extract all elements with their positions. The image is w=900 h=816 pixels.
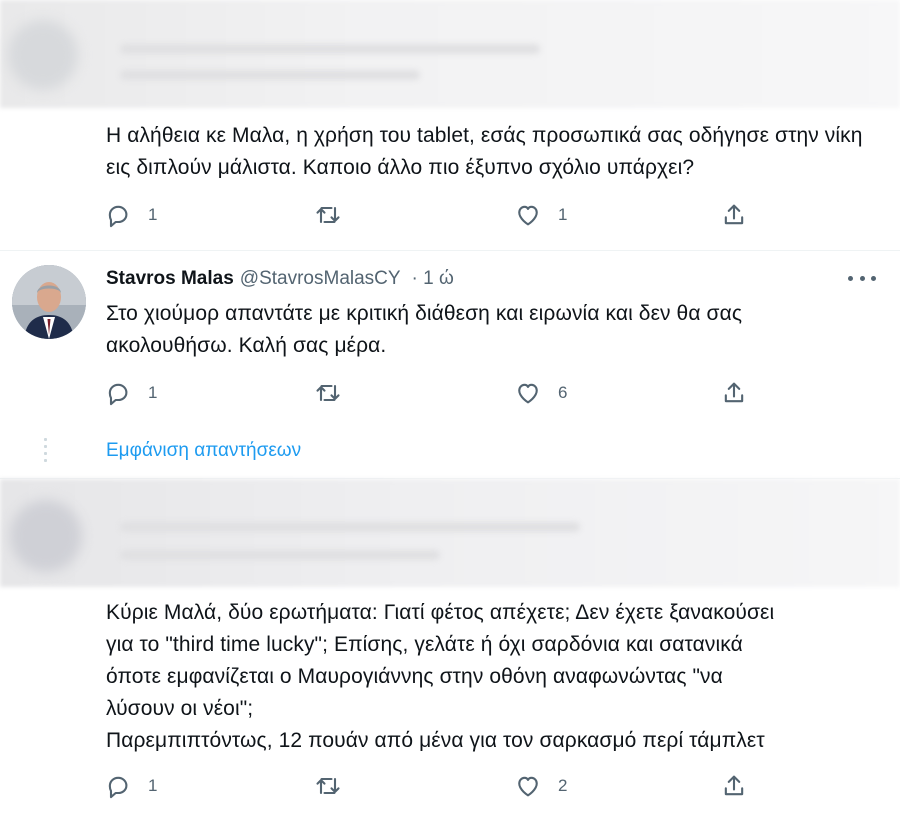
tweet-text-line: Παρεμπιπτόντως, 12 πουάν από μένα για το… [106,729,765,752]
reply-button[interactable]: 1 [104,771,157,801]
blurred-line [120,550,440,560]
thread-connector [44,438,48,466]
tweet-text-line: Κύριε Μαλά, δύο ερωτήματα: Γιατί φέτος α… [106,601,775,624]
tweet-actions: 1 2 [100,771,760,801]
tweet-text: Κύριε Μαλά, δύο ερωτήματα: Γιατί φέτος α… [106,597,866,757]
author-name[interactable]: Stavros Malas [106,268,234,289]
reply-count: 1 [148,776,158,795]
reply-count: 1 [148,383,158,402]
share-icon [724,204,744,225]
share-button[interactable] [720,378,748,408]
blurred-header-bottom [0,479,900,587]
like-button[interactable]: 6 [514,378,567,408]
avatar[interactable] [12,265,86,339]
divider [0,250,900,251]
tweet-actions: 1 1 [100,200,760,230]
retweet-icon [316,206,340,224]
blurred-line [120,70,420,80]
profile-photo [12,265,86,339]
more-icon-dot [859,275,865,281]
more-button[interactable] [848,268,876,288]
like-count: 1 [558,205,568,224]
tweet-text: Η αλήθεια κε Μαλα, η χρήση του tablet, ε… [106,124,863,179]
reply-button[interactable]: 1 [104,200,157,230]
tweet-text-line: όποτε εμφανίζεται ο Μαυρογιάννης στην οθ… [106,665,723,688]
reply-button[interactable]: 1 [104,378,157,408]
heart-icon [518,383,538,404]
tweet-text-line: λύσουν οι νέοι"; [106,697,254,720]
share-icon [724,775,744,796]
reply-icon [108,776,128,799]
retweet-icon [316,384,340,402]
like-count: 2 [558,776,568,795]
reply-icon [108,205,128,228]
blurred-avatar-top [8,20,78,90]
tweet-actions: 1 6 [100,378,760,408]
blurred-header-top [0,0,900,108]
share-icon [724,382,744,403]
tweet-header: Stavros Malas @StavrosMalasCY · 1 ώ [106,266,454,292]
tweet-text: Στο χιούμορ απαντάτε με κριτική διάθεση … [106,302,743,357]
blurred-line [120,522,580,532]
show-replies-link[interactable]: Εμφάνιση απαντήσεων [106,440,301,462]
blurred-line [120,44,540,54]
author-handle[interactable]: @StavrosMalasCY [240,268,400,289]
retweet-button[interactable] [314,200,358,230]
heart-icon [518,776,538,797]
like-button[interactable]: 1 [514,200,567,230]
tweet-text-line: για το "third time lucky"; Επίσης, γελάτ… [106,633,743,656]
share-button[interactable] [720,200,748,230]
reply-count: 1 [148,205,158,224]
heart-icon [518,205,538,226]
more-icon-dot [871,275,876,281]
retweet-button[interactable] [314,771,358,801]
like-count: 6 [558,383,568,402]
retweet-button[interactable] [314,378,358,408]
share-button[interactable] [720,771,748,801]
like-button[interactable]: 2 [514,771,567,801]
blurred-avatar-bottom [10,500,82,572]
reply-icon [108,383,128,406]
tweet-time[interactable]: · 1 ώ [412,268,454,289]
retweet-icon [316,777,340,795]
more-icon [848,275,853,281]
